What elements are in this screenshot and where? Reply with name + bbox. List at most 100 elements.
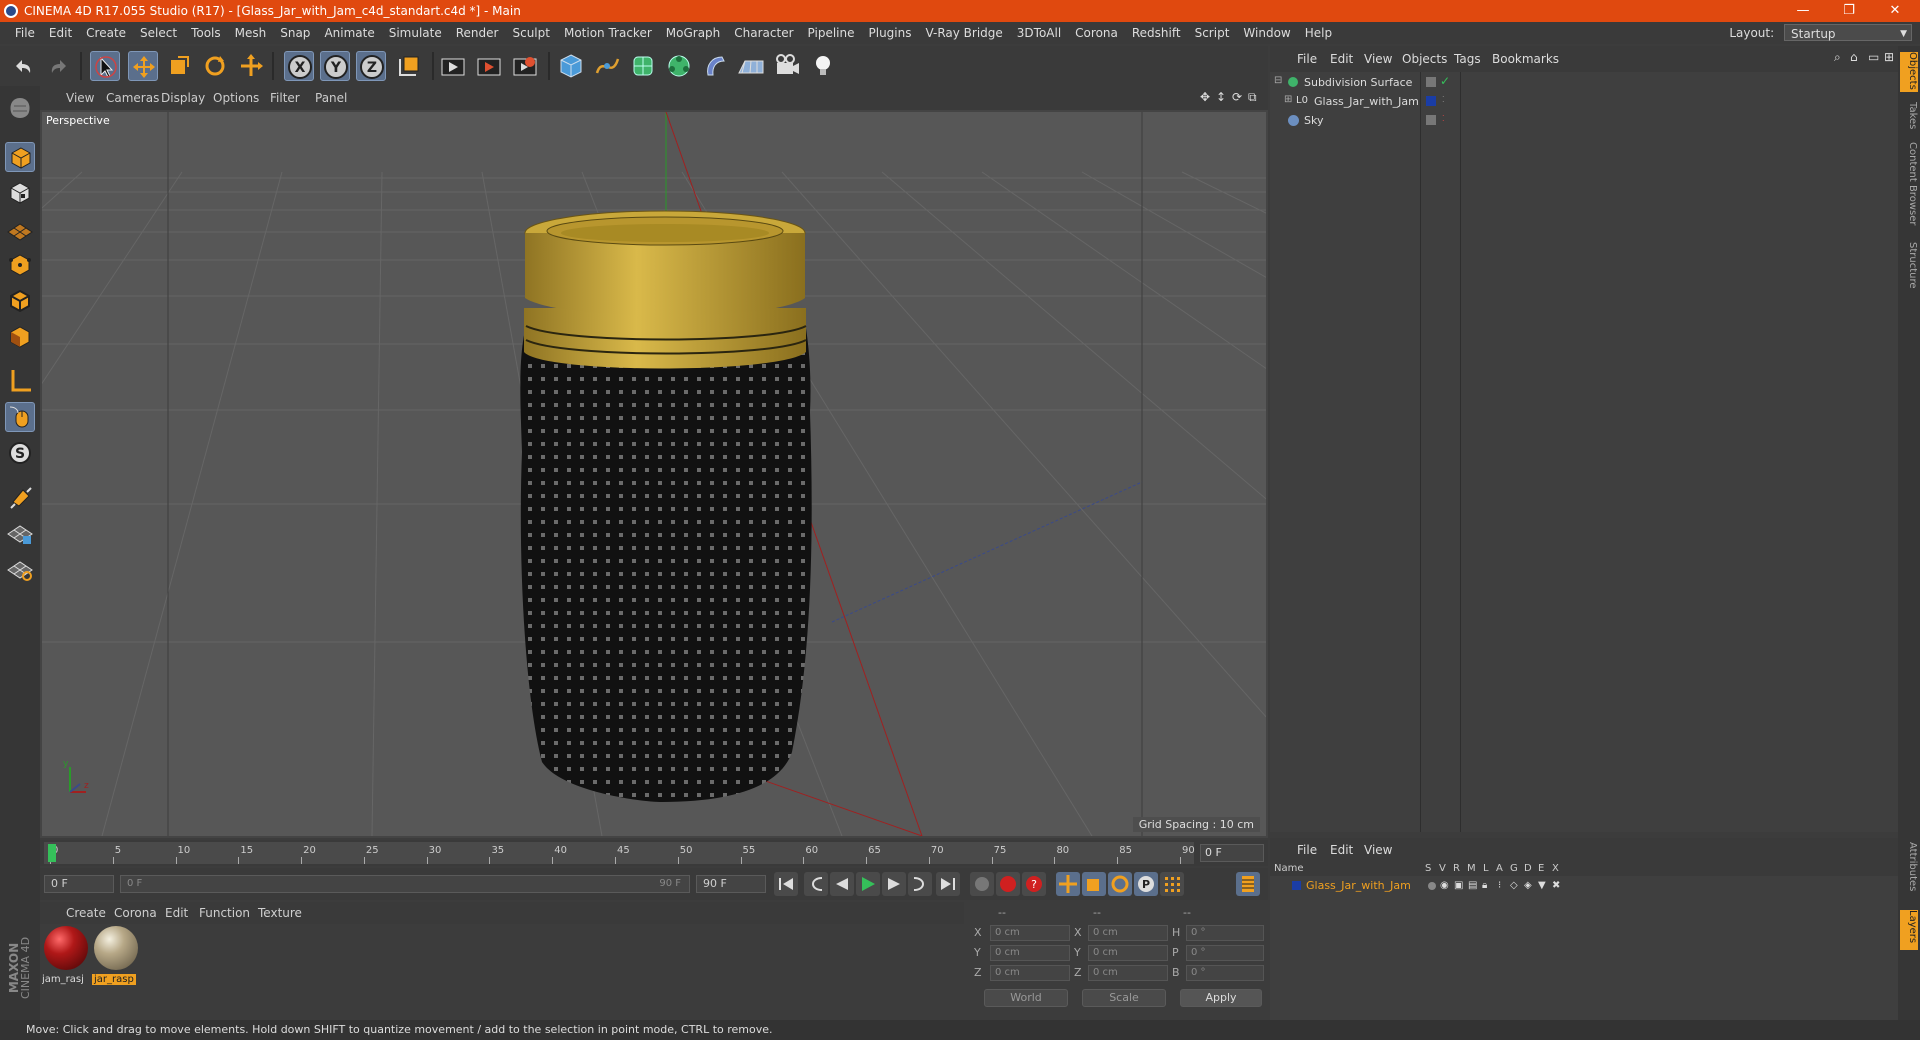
- viewport-rotate-icon[interactable]: ⟳: [1232, 90, 1242, 104]
- viewport-zoom-icon[interactable]: ↕: [1216, 90, 1226, 104]
- make-editable-button[interactable]: [5, 94, 35, 124]
- viewport-menu-filter[interactable]: Filter: [270, 91, 300, 105]
- start-frame-field[interactable]: 0 F: [44, 875, 114, 893]
- restore-button[interactable]: ❐: [1826, 0, 1872, 22]
- tab-layers[interactable]: Layers: [1900, 910, 1918, 950]
- x-axis-lock-button[interactable]: X: [284, 51, 314, 81]
- edges-mode-button[interactable]: [5, 286, 35, 316]
- object-menu-objects[interactable]: Objects: [1402, 52, 1447, 66]
- editor-visibility-icon[interactable]: [1426, 115, 1436, 125]
- search-icon[interactable]: ⌕: [1834, 50, 1841, 65]
- object-menu-tags[interactable]: Tags: [1454, 52, 1481, 66]
- pos-z-field[interactable]: 0 cm: [990, 965, 1070, 981]
- go-to-end-button[interactable]: [936, 872, 960, 896]
- menu-mograph[interactable]: MoGraph: [659, 22, 728, 44]
- viewport-menu-cameras[interactable]: Cameras: [106, 91, 159, 105]
- size-x-field[interactable]: 0 cm: [1088, 925, 1168, 941]
- menu-select[interactable]: Select: [133, 22, 184, 44]
- menu-vray-bridge[interactable]: V-Ray Bridge: [918, 22, 1009, 44]
- menu-corona[interactable]: Corona: [1068, 22, 1125, 44]
- viewport-menu-view[interactable]: View: [66, 91, 94, 105]
- previous-frame-button[interactable]: [830, 872, 854, 896]
- menu-edit[interactable]: Edit: [42, 22, 79, 44]
- menu-mesh[interactable]: Mesh: [228, 22, 274, 44]
- viewport-menu-display[interactable]: Display: [161, 91, 205, 105]
- timeline-ruler[interactable]: 051015202530354045505560657075808590 0 F: [40, 840, 1268, 866]
- material-menu-texture[interactable]: Texture: [258, 906, 302, 920]
- previous-key-button[interactable]: [804, 872, 828, 896]
- menu-character[interactable]: Character: [727, 22, 800, 44]
- menu-3dtoall[interactable]: 3DToAll: [1010, 22, 1068, 44]
- light-button[interactable]: [808, 51, 838, 81]
- material-menu-corona[interactable]: Corona: [114, 906, 157, 920]
- menu-motion-tracker[interactable]: Motion Tracker: [557, 22, 659, 44]
- pos-y-field[interactable]: 0 cm: [990, 945, 1070, 961]
- object-menu-edit[interactable]: Edit: [1330, 52, 1353, 66]
- layer-row[interactable]: Glass_Jar_with_Jam ◉ ▣ ▤ 🔒︎ ⁝ ◇ ◈ ▼ ✖: [1270, 878, 1898, 894]
- scale-tool-button[interactable]: [164, 51, 194, 81]
- tab-takes[interactable]: Takes: [1900, 102, 1918, 132]
- visibility-dots-icon[interactable]: ⁚: [1442, 114, 1445, 123]
- current-frame-field[interactable]: 0 F: [1200, 844, 1264, 862]
- end-frame-field[interactable]: 90 F: [696, 875, 766, 893]
- record-keys-button[interactable]: [970, 872, 994, 896]
- layer-name[interactable]: Glass_Jar_with_Jam: [1306, 879, 1411, 892]
- enabled-check-icon[interactable]: ✓: [1440, 74, 1450, 88]
- object-menu-file[interactable]: File: [1297, 52, 1317, 66]
- solo-mode-button[interactable]: S: [5, 438, 35, 468]
- tab-attributes[interactable]: Attributes: [1900, 842, 1918, 902]
- object-row-jar[interactable]: ⊞ L0 Glass_Jar_with_Jam ⁚: [1270, 93, 1898, 111]
- deformers-toggle-icon[interactable]: ◈: [1524, 880, 1532, 891]
- menu-tools[interactable]: Tools: [184, 22, 228, 44]
- expand-tree-icon[interactable]: ⊞: [1284, 94, 1292, 105]
- solo-toggle-icon[interactable]: [1428, 882, 1436, 890]
- object-menu-bookmarks[interactable]: Bookmarks: [1492, 52, 1559, 66]
- 3d-viewport[interactable]: y z Perspective Grid Spacing : 10 cm: [40, 110, 1268, 838]
- cube-primitive-button[interactable]: [556, 51, 586, 81]
- rotate-tool-button[interactable]: [200, 51, 230, 81]
- viewport-move-icon[interactable]: ✥: [1200, 90, 1210, 104]
- tweak-mode-button[interactable]: [5, 402, 35, 432]
- home-icon[interactable]: ⌂: [1850, 50, 1858, 64]
- redo-button[interactable]: [44, 51, 74, 81]
- viewport-maximize-icon[interactable]: ⧉: [1248, 90, 1257, 105]
- floor-scene-button[interactable]: [736, 51, 766, 81]
- next-frame-button[interactable]: [882, 872, 906, 896]
- menu-snap[interactable]: Snap: [273, 22, 317, 44]
- layer-menu-file[interactable]: File: [1297, 843, 1317, 857]
- live-selection-button[interactable]: [90, 51, 120, 81]
- size-y-field[interactable]: 0 cm: [1088, 945, 1168, 961]
- play-button[interactable]: [856, 872, 880, 896]
- manager-toggle-icon[interactable]: ▤: [1468, 880, 1477, 891]
- material-menu-function[interactable]: Function: [199, 906, 250, 920]
- material-menu-create[interactable]: Create: [66, 906, 106, 920]
- collapse-icon[interactable]: ⊟: [1274, 75, 1282, 86]
- texture-mode-button[interactable]: [5, 178, 35, 208]
- viewport-menu-options[interactable]: Options: [213, 91, 259, 105]
- object-row-sky[interactable]: Sky ⁚: [1270, 112, 1898, 130]
- object-menu-view[interactable]: View: [1364, 52, 1392, 66]
- keyframe-selection-button[interactable]: ?: [1022, 872, 1046, 896]
- xref-toggle-icon[interactable]: ✖: [1552, 880, 1560, 891]
- viewport-menu-panel[interactable]: Panel: [315, 91, 347, 105]
- y-axis-lock-button[interactable]: Y: [320, 51, 350, 81]
- menu-animate[interactable]: Animate: [317, 22, 381, 44]
- expressions-toggle-icon[interactable]: ▼: [1538, 880, 1546, 891]
- key-position-button[interactable]: [1056, 872, 1080, 896]
- menu-plugins[interactable]: Plugins: [862, 22, 919, 44]
- menu-script[interactable]: Script: [1188, 22, 1237, 44]
- menu-simulate[interactable]: Simulate: [382, 22, 449, 44]
- model-mode-button[interactable]: [5, 142, 35, 172]
- menu-render[interactable]: Render: [449, 22, 506, 44]
- layer-menu-view[interactable]: View: [1364, 843, 1392, 857]
- timeline-layout-button[interactable]: [1236, 872, 1260, 896]
- coordinate-system-button[interactable]: [394, 51, 424, 81]
- workplane-mode-button[interactable]: [5, 214, 35, 244]
- magnet-snap-button[interactable]: [5, 482, 35, 512]
- undo-button[interactable]: [8, 51, 38, 81]
- menu-window[interactable]: Window: [1236, 22, 1297, 44]
- tab-content-browser[interactable]: Content Browser: [1900, 142, 1918, 232]
- layer-color-swatch[interactable]: [1292, 881, 1301, 890]
- workplane-lock-button[interactable]: [5, 518, 35, 548]
- mograph-cloner-button[interactable]: [664, 51, 694, 81]
